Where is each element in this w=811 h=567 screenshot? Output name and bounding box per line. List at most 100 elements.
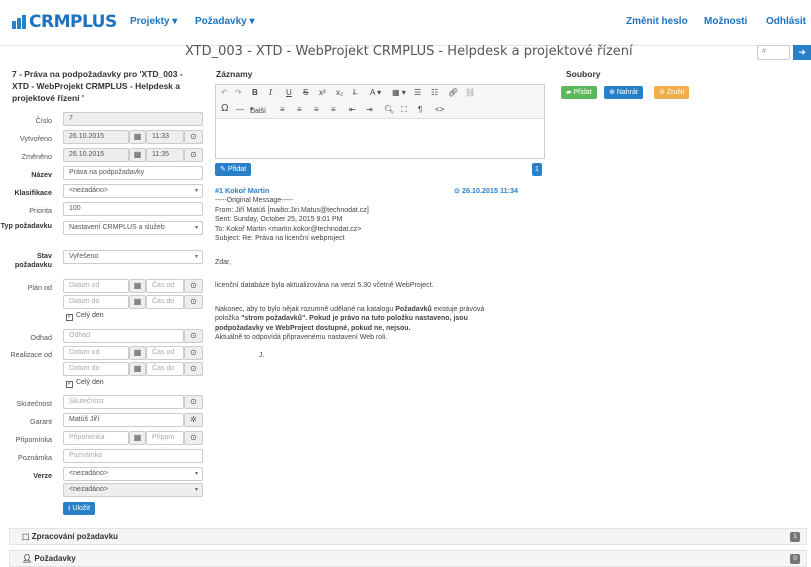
nazev-input[interactable]: Práva na podpožadavky	[63, 166, 203, 180]
background-color-icon[interactable]: ▦ ▾	[392, 88, 406, 97]
clock-icon[interactable]: ⊙	[184, 329, 203, 343]
bullet-list-icon[interactable]: ☰	[414, 88, 421, 97]
logo[interactable]: CRMPLUS	[12, 12, 117, 32]
verze-select-1[interactable]: <nezadáno>	[63, 467, 203, 481]
nav-projekty[interactable]: Projekty ▾	[130, 16, 177, 27]
verze-select-2[interactable]: <nezadáno>	[63, 483, 203, 497]
fullscreen-icon[interactable]: ⛶	[401, 105, 407, 115]
ban-icon: ⊘	[659, 89, 665, 96]
numbered-list-icon[interactable]: ☷	[431, 88, 438, 97]
calendar-icon[interactable]: ▦	[129, 295, 146, 309]
folder-icon: ▰	[566, 89, 572, 96]
horizontal-rule-icon[interactable]: —	[236, 105, 244, 114]
more-dropdown[interactable]: Další ▾	[250, 105, 266, 115]
gear-icon[interactable]: ✲	[184, 413, 203, 427]
clock-icon[interactable]: ⊙	[184, 346, 203, 360]
change-password-link[interactable]: Změnit heslo	[626, 16, 688, 27]
realizace-cas-od[interactable]: Čas od	[146, 346, 184, 360]
plan-datum-do[interactable]: Datum do	[63, 295, 129, 309]
klasifikace-select[interactable]: <nezadáno>	[63, 184, 203, 198]
indent-icon[interactable]: ⇥	[366, 105, 373, 114]
subscript-icon[interactable]: x₂	[336, 88, 343, 97]
editor-toolbar-row-1: ↶ ↷ B I U S x² x₂ I̶ A ▾ ▦ ▾ ☰ ☷ 🔗︎ ⛓	[216, 85, 544, 102]
italic-icon[interactable]: I	[269, 88, 272, 97]
request-title: 7 - Práva na podpožadavky pro 'XTD_003 -…	[12, 69, 183, 103]
logout-link[interactable]: Odhlásit	[766, 16, 806, 27]
paragraph-icon[interactable]: ¶	[418, 105, 422, 114]
plan-cas-od[interactable]: Čas od	[146, 279, 184, 293]
count-badge: 0	[790, 554, 800, 564]
garant-input[interactable]: Matúš Jiří	[63, 413, 184, 427]
nav-pozadavky[interactable]: Požadavky ▾	[195, 16, 255, 27]
cancel-upload-button[interactable]: ⊘ Zrušit	[654, 86, 690, 99]
realizace-datum-do[interactable]: Datum do	[63, 362, 129, 376]
record-body: -----Original Message----- From: Jiří Ma…	[215, 196, 545, 360]
calendar-icon[interactable]: ▦	[129, 346, 146, 360]
nazev-label: Název	[31, 170, 52, 179]
link-icon[interactable]: 🔗︎	[448, 88, 458, 97]
find-icon[interactable]: 🔍︎	[384, 105, 394, 114]
stav-select[interactable]: Vyřešeno	[63, 250, 203, 264]
upload-button[interactable]: ⊕ Nahrát	[604, 86, 643, 99]
priorita-input[interactable]: 100	[63, 202, 203, 216]
underline-icon[interactable]: U	[286, 88, 292, 97]
plan-label: Plán od	[27, 283, 52, 292]
align-justify-icon[interactable]: ≡	[331, 105, 336, 114]
pripominka-date[interactable]: Připomínka	[63, 431, 129, 445]
outdent-icon[interactable]: ⇤	[349, 105, 356, 114]
strikethrough-icon[interactable]: S	[303, 88, 308, 97]
search-go-button[interactable]: ➜	[793, 45, 811, 60]
realizace-cas-do[interactable]: Čas do	[146, 362, 184, 376]
align-center-icon[interactable]: ≡	[297, 105, 302, 114]
special-char-icon[interactable]: Ω	[221, 103, 228, 114]
source-code-icon[interactable]: <>	[435, 105, 444, 114]
clock-icon[interactable]: ⊙	[184, 431, 203, 445]
unlink-icon[interactable]: ⛓	[465, 88, 475, 97]
realizace-cely-den-checkbox[interactable]: ✓ Celý den	[66, 379, 104, 388]
search-input[interactable]: #	[757, 45, 790, 60]
zpracovani-panel[interactable]: ⬚ Zpracování požadavku 1	[9, 528, 807, 545]
zmeneno-date: 26.10.2015	[63, 148, 129, 162]
add-record-button[interactable]: ✎ Přidat	[215, 163, 252, 176]
check-icon: ✓	[66, 314, 73, 321]
typ-select[interactable]: Nastavení CRMPLUS a služeb	[63, 221, 203, 235]
align-right-icon[interactable]: ≡	[314, 105, 319, 114]
garant-label: Garant	[30, 417, 52, 426]
add-file-button[interactable]: ▰ Přidat	[561, 86, 597, 99]
plan-cas-do[interactable]: Čas do	[146, 295, 184, 309]
mail-paragraph: Aktuálně to odpovídá připravenému nastav…	[215, 334, 388, 341]
clock-icon[interactable]: ⊙	[184, 395, 203, 409]
upload-icon: ⊕	[609, 89, 615, 96]
plan-cely-den-checkbox[interactable]: ✓ Celý den	[66, 312, 104, 321]
klasifikace-label: Klasifikace	[14, 188, 52, 197]
save-button[interactable]: ⭳ Uložit	[63, 502, 95, 515]
clock-icon[interactable]: ⊙	[184, 295, 203, 309]
zmeneno-time: 11:35	[146, 148, 184, 162]
undo-icon[interactable]: ↶	[221, 88, 228, 97]
clear-format-icon[interactable]: I̶	[353, 88, 355, 97]
record-editor[interactable]: ↶ ↷ B I U S x² x₂ I̶ A ▾ ▦ ▾ ☰ ☷ 🔗︎ ⛓ Ω …	[215, 84, 545, 159]
bold-icon[interactable]: B	[252, 88, 258, 97]
plan-datum-od[interactable]: Datum od	[63, 279, 129, 293]
odhad-input[interactable]: Odhad	[63, 329, 184, 343]
superscript-icon[interactable]: x²	[319, 88, 326, 97]
align-left-icon[interactable]: ≡	[280, 105, 285, 114]
pripominka-time[interactable]: Připom	[146, 431, 184, 445]
options-link[interactable]: Možnosti	[704, 16, 747, 27]
clock-icon[interactable]: ⊙	[184, 362, 203, 376]
skutecnost-input[interactable]: Skutečnost	[63, 395, 184, 409]
realizace-datum-od[interactable]: Datum od	[63, 346, 129, 360]
calendar-icon[interactable]: ▦	[129, 362, 146, 376]
record-count-badge[interactable]: 1	[532, 163, 542, 176]
pencil-icon: ✎	[220, 166, 226, 173]
redo-icon[interactable]: ↷	[235, 88, 242, 97]
calendar-icon[interactable]: ▦	[129, 431, 146, 445]
text-color-icon[interactable]: A ▾	[370, 88, 381, 97]
pozadavky-panel[interactable]: 👤︎ Požadavky 0	[9, 550, 807, 567]
clock-icon[interactable]: ⊙	[184, 279, 203, 293]
odhad-label: Odhad	[30, 333, 52, 342]
calendar-icon[interactable]: ▦	[129, 279, 146, 293]
top-navbar: CRMPLUS Projekty ▾ Požadavky ▾ Změnit he…	[0, 0, 811, 46]
clock-icon: ⊙	[454, 186, 461, 195]
poznamka-input[interactable]: Poznámka	[63, 449, 203, 463]
